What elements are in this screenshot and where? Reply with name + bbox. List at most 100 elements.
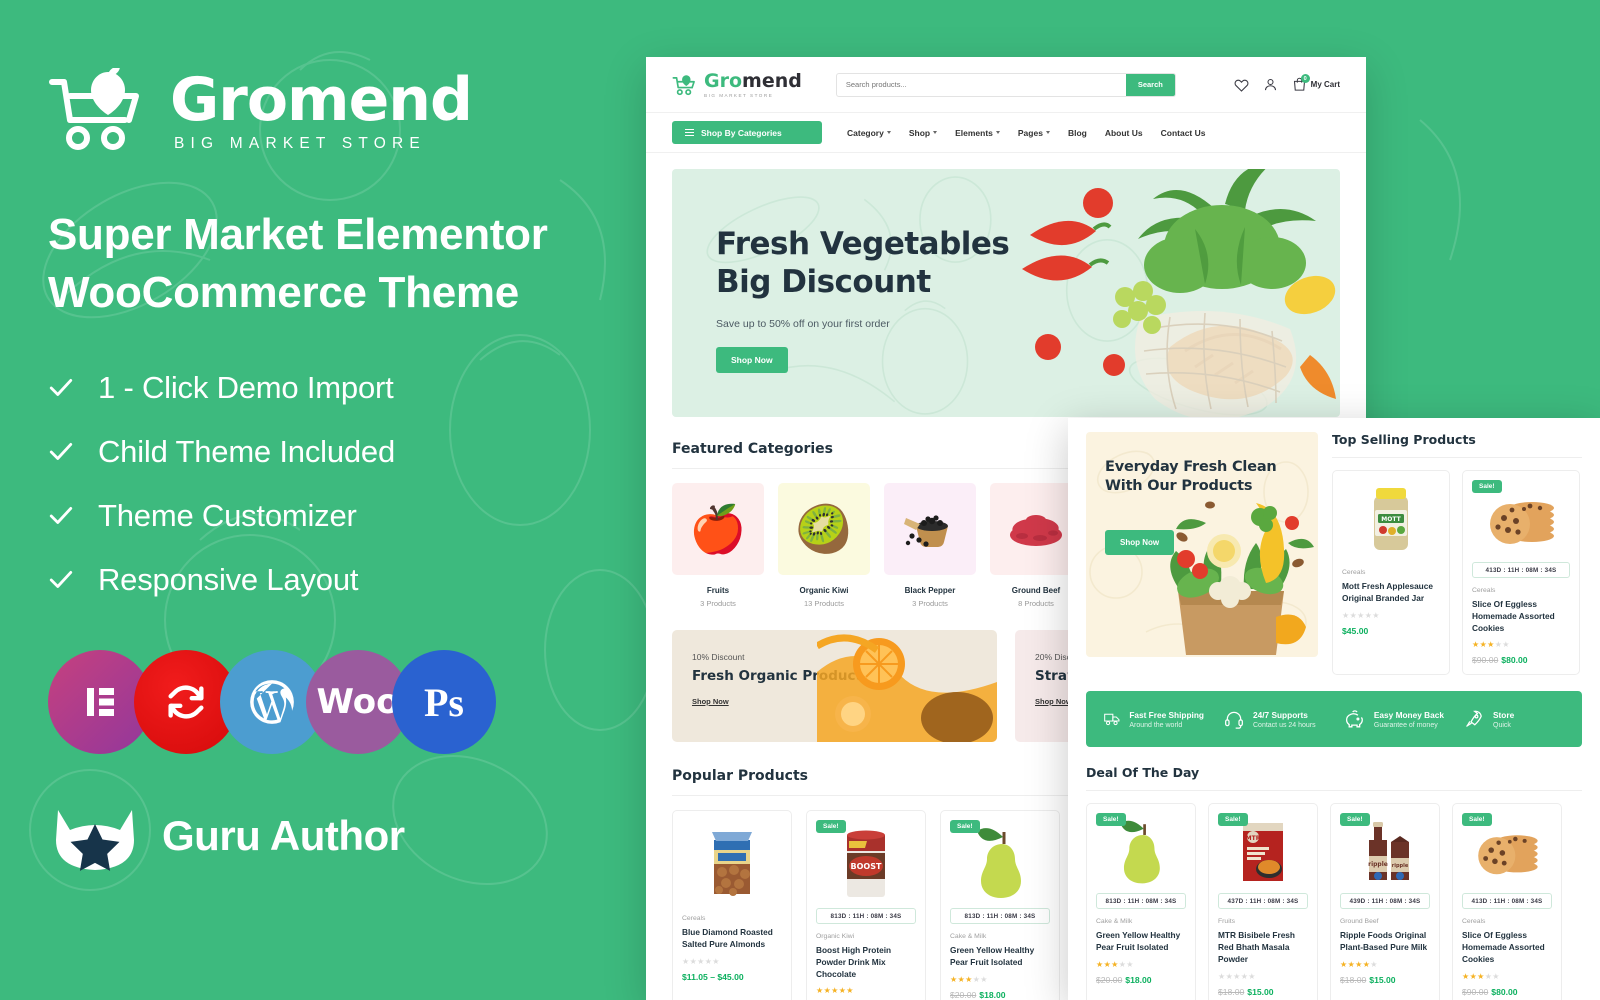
product-price: $18.00 $15.00: [1218, 987, 1308, 997]
category-count: 3 Products: [700, 599, 736, 608]
product-name: Ripple Foods Original Plant-Based Pure M…: [1340, 930, 1428, 953]
category-card[interactable]: 🥝 Organic Kiwi 13 Products: [778, 483, 870, 608]
cookies-stack-icon: [1478, 835, 1538, 875]
category-card[interactable]: Black Pepper 3 Products: [884, 483, 976, 608]
site-brand-tagline: BIG MARKET STORE: [704, 92, 774, 98]
shop-by-categories-label: Shop By Categories: [701, 127, 782, 138]
nav-item-about-us[interactable]: About Us: [1105, 128, 1143, 138]
product-rating: ★★★★★: [682, 956, 720, 966]
feature-item: 1 - Click Demo Import: [48, 370, 612, 406]
brand-tagline: BIG MARKET STORE: [174, 135, 426, 153]
product-card[interactable]: Sale! 813D : 11H : 08M : 34S Cake & Milk…: [940, 810, 1060, 1000]
product-name: Boost High Protein Powder Drink Mix Choc…: [816, 945, 892, 979]
category-thumbnail: 🥝: [778, 483, 870, 575]
product-price-old: $90.00: [1462, 986, 1489, 997]
nav-item-shop[interactable]: Shop: [908, 127, 938, 138]
promo-headline: Super Market Elementor WooCommerce Theme: [48, 210, 548, 318]
check-icon: [49, 443, 73, 461]
pear-icon: [1120, 821, 1160, 884]
product-card[interactable]: Sale! 413D : 11H : 08M : 34S Cereals Sli…: [1452, 803, 1562, 1000]
user-account-icon[interactable]: [1263, 77, 1278, 92]
shopping-cart-apple-icon: [672, 74, 698, 96]
photoshop-icon: Ps: [392, 650, 496, 755]
feature-sub: Guarantee of money: [1373, 721, 1438, 729]
product-name: Slice Of Eggless Homemade Assorted Cooki…: [1472, 599, 1555, 633]
product-name: Slice Of Eggless Homemade Assorted Cooki…: [1462, 930, 1545, 964]
site-navbar: Shop By Categories Category Shop Element…: [646, 113, 1366, 153]
shopping-cart-apple-icon: [48, 68, 156, 154]
product-name: Blue Diamond Roasted Salted Pure Almonds: [682, 927, 773, 949]
brand-logo: Gromend BIG MARKET STORE: [48, 68, 612, 154]
svg-text:MTR: MTR: [1246, 835, 1261, 842]
product-image: MOTT: [1342, 480, 1440, 560]
nav-item-category[interactable]: Category: [847, 128, 891, 138]
feature-title: 24/7 Supports: [1253, 709, 1308, 720]
category-card[interactable]: 🍎 Fruits 3 Products: [672, 483, 764, 608]
search-input[interactable]: [836, 80, 1126, 89]
chevron-down-icon: [886, 131, 891, 134]
nav-item-contact-us[interactable]: Contact Us: [1161, 128, 1206, 138]
hero-title-line2: Big Discount: [716, 264, 931, 301]
nav-item-blog[interactable]: Blog: [1068, 128, 1087, 138]
product-price-old: $20.00: [950, 989, 977, 1000]
product-card[interactable]: Sale! ripple ripple 439D : 11H : 08M : 3…: [1330, 803, 1440, 1000]
countdown-timer: 439D : 11H : 08M : 34S: [1340, 893, 1430, 910]
product-rating: ★★★★★: [1472, 640, 1510, 650]
nav-item-elements[interactable]: Elements: [955, 128, 1000, 138]
check-icon: [49, 379, 73, 397]
everyday-fresh-banner[interactable]: Everyday Fresh Clean With Our Products S…: [1086, 432, 1318, 657]
nav-label: Category: [847, 127, 884, 138]
product-card[interactable]: Sale! 413D : 11H : 08M : 34S Cereals Sli…: [1462, 470, 1580, 676]
nav-label: Shop: [908, 127, 931, 138]
cart-button[interactable]: 0 My Cart: [1292, 74, 1340, 92]
feature-label: Theme Customizer: [98, 498, 357, 534]
sale-badge: Sale!: [1462, 813, 1492, 827]
cookies-stack-icon: [1490, 502, 1554, 544]
nav-label: Contact Us: [1160, 127, 1206, 138]
hero-shop-now-button[interactable]: Shop Now: [716, 346, 788, 373]
sale-badge: Sale!: [816, 820, 846, 833]
product-card[interactable]: Sale! MTR 437D : 11H : 08M : 34S Fruits …: [1208, 803, 1318, 1000]
check-icon: [49, 507, 73, 525]
feature-item: Theme Customizer: [48, 498, 612, 534]
promo-shop-now-link[interactable]: Shop Now: [692, 697, 729, 706]
search-button[interactable]: Search: [1125, 73, 1175, 96]
countdown-timer: 813D : 11H : 08M : 34S: [950, 908, 1050, 924]
deal-of-the-day-row: Sale! 813D : 11H : 08M : 34S Cake & Milk…: [1086, 803, 1582, 1000]
wishlist-heart-icon[interactable]: [1234, 77, 1249, 92]
shop-by-categories-button[interactable]: Shop By Categories: [672, 121, 822, 144]
product-price: $90.00 $80.00: [1472, 655, 1570, 665]
product-rating: ★★★★★: [950, 974, 988, 984]
feature-sub: Contact us 24 hours: [1253, 721, 1316, 729]
site-logo[interactable]: Gromend BIG MARKET STORE: [672, 71, 802, 98]
product-card[interactable]: Cereals Blue Diamond Roasted Salted Pure…: [672, 810, 792, 1000]
product-rating: ★★★★★: [1342, 610, 1380, 620]
product-name: Green Yellow Healthy Pear Fruit Isolated: [1096, 930, 1181, 953]
promo-banner-organic[interactable]: 10% Discount Fresh Organic Products Shop…: [672, 630, 997, 742]
search-bar[interactable]: Search: [835, 72, 1176, 97]
top-selling-products-title: Top Selling Products: [1332, 432, 1582, 458]
feature-item: Responsive Layout: [48, 562, 612, 598]
guru-author-badge: Guru Author: [48, 800, 612, 872]
nav-label: About Us: [1104, 127, 1143, 138]
hero-banner: Fresh Vegetables Big Discount Save up to…: [672, 169, 1340, 417]
guru-author-label: Guru Author: [162, 812, 405, 860]
nav-label: Pages: [1017, 127, 1043, 138]
category-thumbnail: [884, 483, 976, 575]
feature-label: 1 - Click Demo Import: [98, 370, 394, 406]
svg-text:ripple: ripple: [1392, 863, 1409, 869]
feature-easy-money-back: Easy Money Back Guarantee of money: [1334, 709, 1454, 729]
product-price-current: $15.00: [1369, 974, 1396, 985]
product-price-current: $18.00: [979, 989, 1006, 1000]
product-category: Cereals: [1462, 918, 1486, 926]
almonds-pack-icon: [712, 832, 752, 896]
product-card[interactable]: MOTT Cereals Mott Fresh Applesauce Origi…: [1332, 470, 1450, 676]
nav-label: Blog: [1067, 127, 1087, 138]
nav-item-pages[interactable]: Pages: [1018, 128, 1050, 138]
product-card[interactable]: Sale! BOOST 813D : 11H : 08M : 34S Organ…: [806, 810, 926, 1000]
sale-badge: Sale!: [1340, 813, 1370, 827]
product-card[interactable]: Sale! 813D : 11H : 08M : 34S Cake & Milk…: [1086, 803, 1196, 1000]
truck-icon: [1104, 714, 1120, 726]
promo-shop-now-link[interactable]: Shop Now: [1035, 697, 1072, 706]
product-image: [682, 820, 782, 906]
